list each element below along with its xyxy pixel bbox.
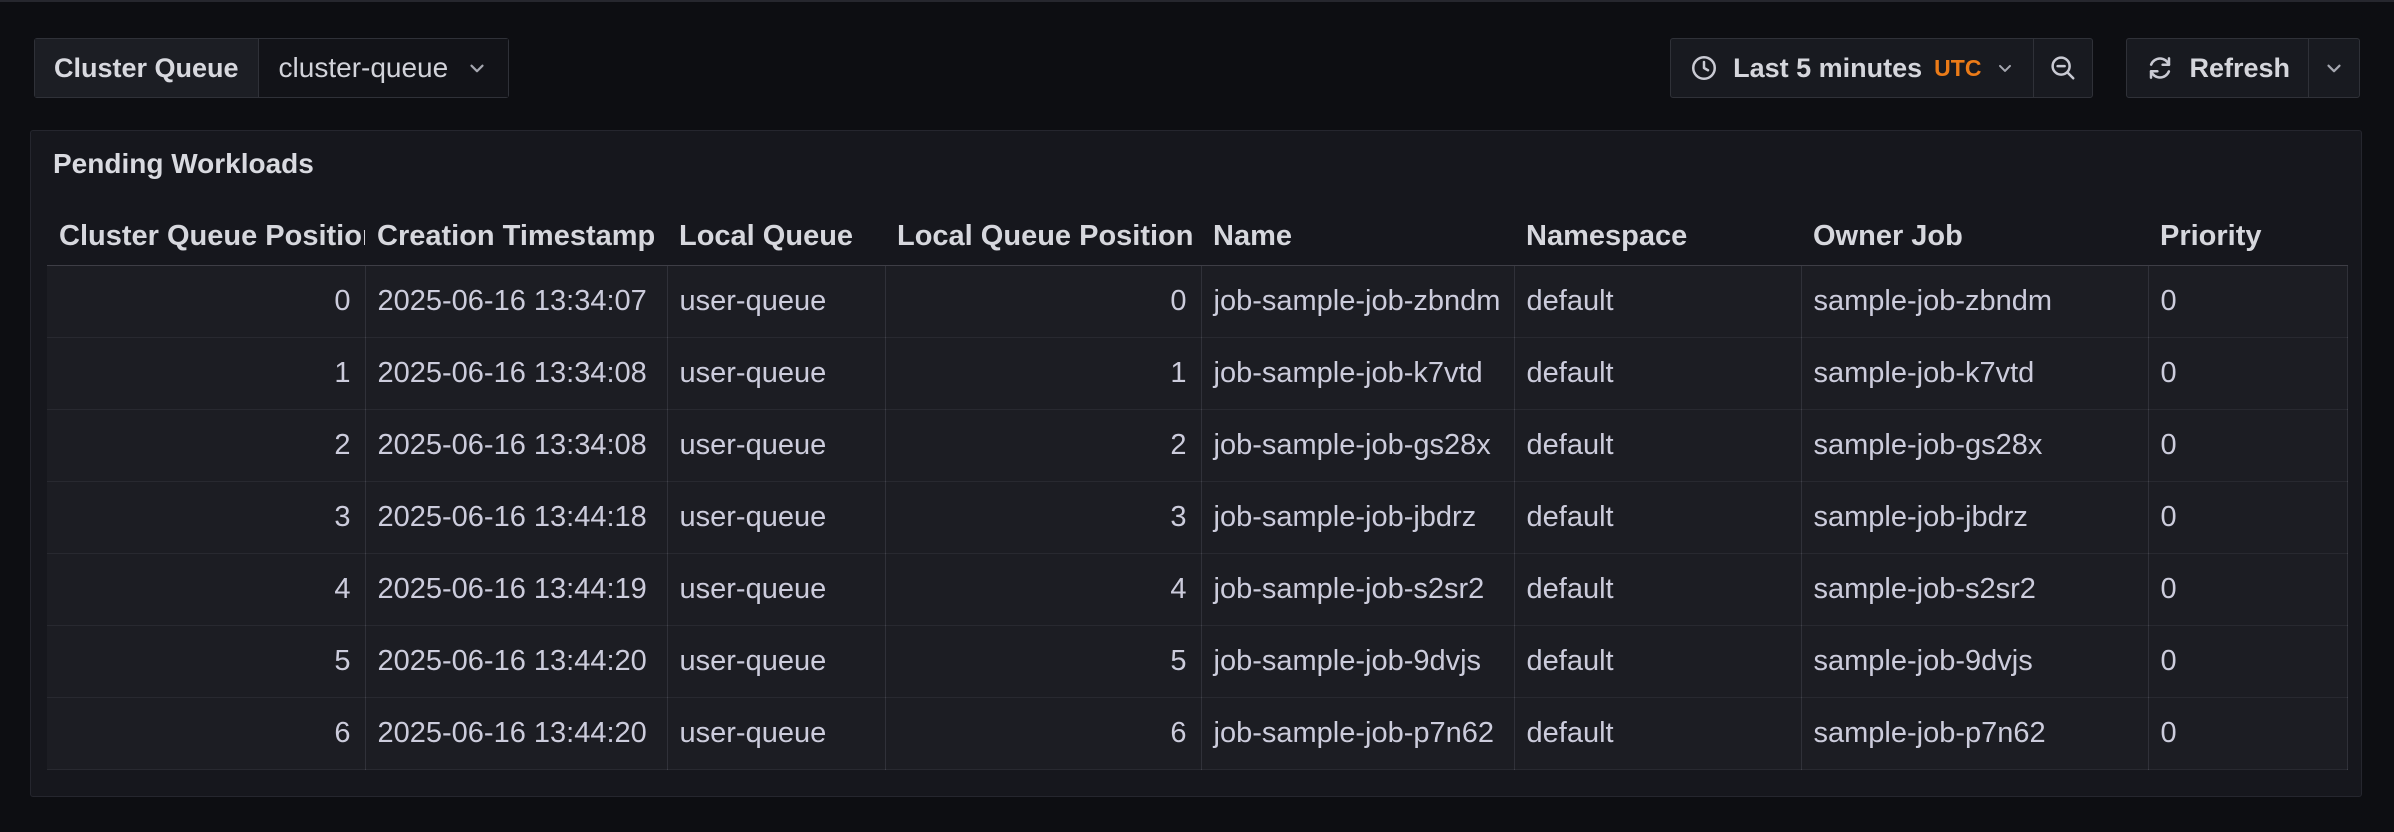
pending-workloads-table: Cluster Queue PositionCreation Timestamp… <box>47 209 2348 770</box>
cell-priority: 0 <box>2148 409 2347 481</box>
dashboard-toolbar: Cluster Queue cluster-queue Last 5 minut… <box>0 38 2394 98</box>
cell-namespace: default <box>1514 625 1801 697</box>
cell-priority: 0 <box>2148 625 2347 697</box>
timezone-label: UTC <box>1934 55 1981 82</box>
table-row: 02025-06-16 13:34:07user-queue0job-sampl… <box>47 265 2347 337</box>
cell-local-queue: user-queue <box>667 697 885 769</box>
cell-namespace: default <box>1514 337 1801 409</box>
cell-cluster-queue-position: 0 <box>47 265 365 337</box>
toolbar-controls: Last 5 minutes UTC Refresh <box>1670 38 2360 98</box>
cell-local-queue: user-queue <box>667 409 885 481</box>
cell-local-queue-position: 0 <box>885 265 1201 337</box>
magnifier-minus-icon <box>2048 53 2078 83</box>
variable-value: cluster-queue <box>279 52 449 84</box>
cell-owner-job: sample-job-9dvjs <box>1801 625 2148 697</box>
cell-cluster-queue-position: 1 <box>47 337 365 409</box>
cell-priority: 0 <box>2148 265 2347 337</box>
cell-priority: 0 <box>2148 481 2347 553</box>
table-header-row: Cluster Queue PositionCreation Timestamp… <box>47 209 2347 265</box>
table-row: 22025-06-16 13:34:08user-queue2job-sampl… <box>47 409 2347 481</box>
column-header-namespace[interactable]: Namespace <box>1514 209 1801 265</box>
cell-name: job-sample-job-jbdrz <box>1201 481 1514 553</box>
time-range-label: Last 5 minutes <box>1733 53 1922 84</box>
cell-owner-job: sample-job-p7n62 <box>1801 697 2148 769</box>
refresh-group: Refresh <box>2126 38 2360 98</box>
cell-creation-timestamp: 2025-06-16 13:34:08 <box>365 409 667 481</box>
cell-priority: 0 <box>2148 697 2347 769</box>
cell-local-queue: user-queue <box>667 553 885 625</box>
cell-cluster-queue-position: 5 <box>47 625 365 697</box>
table-row: 12025-06-16 13:34:08user-queue1job-sampl… <box>47 337 2347 409</box>
cell-namespace: default <box>1514 553 1801 625</box>
cell-cluster-queue-position: 2 <box>47 409 365 481</box>
column-header-local-queue[interactable]: Local Queue <box>667 209 885 265</box>
table-row: 52025-06-16 13:44:20user-queue5job-sampl… <box>47 625 2347 697</box>
cell-owner-job: sample-job-jbdrz <box>1801 481 2148 553</box>
chevron-down-icon <box>2323 57 2345 79</box>
cell-creation-timestamp: 2025-06-16 13:34:08 <box>365 337 667 409</box>
cell-local-queue-position: 1 <box>885 337 1201 409</box>
cell-owner-job: sample-job-s2sr2 <box>1801 553 2148 625</box>
chevron-down-icon <box>1995 58 2015 78</box>
cell-name: job-sample-job-p7n62 <box>1201 697 1514 769</box>
pending-workloads-panel: Pending Workloads Cluster Queue Position… <box>30 130 2362 797</box>
refresh-label: Refresh <box>2189 53 2290 84</box>
cell-namespace: default <box>1514 481 1801 553</box>
table-row: 42025-06-16 13:44:19user-queue4job-sampl… <box>47 553 2347 625</box>
cell-cluster-queue-position: 4 <box>47 553 365 625</box>
dashboard-page: { "toolbar": { "variable": { "label": "C… <box>0 0 2394 832</box>
cell-local-queue-position: 3 <box>885 481 1201 553</box>
cell-name: job-sample-job-s2sr2 <box>1201 553 1514 625</box>
cell-cluster-queue-position: 6 <box>47 697 365 769</box>
cell-creation-timestamp: 2025-06-16 13:34:07 <box>365 265 667 337</box>
cell-owner-job: sample-job-k7vtd <box>1801 337 2148 409</box>
cell-namespace: default <box>1514 697 1801 769</box>
refresh-interval-dropdown[interactable] <box>2309 39 2359 97</box>
cell-creation-timestamp: 2025-06-16 13:44:19 <box>365 553 667 625</box>
cell-name: job-sample-job-9dvjs <box>1201 625 1514 697</box>
chevron-down-icon <box>466 57 488 79</box>
clock-icon <box>1689 53 1719 83</box>
cell-local-queue: user-queue <box>667 481 885 553</box>
cell-name: job-sample-job-k7vtd <box>1201 337 1514 409</box>
cell-local-queue: user-queue <box>667 337 885 409</box>
cell-creation-timestamp: 2025-06-16 13:44:20 <box>365 697 667 769</box>
cell-creation-timestamp: 2025-06-16 13:44:18 <box>365 481 667 553</box>
cell-name: job-sample-job-gs28x <box>1201 409 1514 481</box>
variable-value-dropdown[interactable]: cluster-queue <box>259 39 509 97</box>
cell-namespace: default <box>1514 409 1801 481</box>
cell-local-queue: user-queue <box>667 265 885 337</box>
variable-picker: Cluster Queue cluster-queue <box>34 38 509 98</box>
time-range-button[interactable]: Last 5 minutes UTC <box>1671 39 2033 97</box>
cell-local-queue: user-queue <box>667 625 885 697</box>
cell-creation-timestamp: 2025-06-16 13:44:20 <box>365 625 667 697</box>
column-header-name[interactable]: Name <box>1201 209 1514 265</box>
time-picker-group: Last 5 minutes UTC <box>1670 38 2093 98</box>
cell-namespace: default <box>1514 265 1801 337</box>
refresh-button[interactable]: Refresh <box>2127 39 2308 97</box>
variable-label: Cluster Queue <box>35 39 259 97</box>
zoom-out-time-button[interactable] <box>2034 39 2092 97</box>
table-row: 62025-06-16 13:44:20user-queue6job-sampl… <box>47 697 2347 769</box>
cell-local-queue-position: 2 <box>885 409 1201 481</box>
cell-cluster-queue-position: 3 <box>47 481 365 553</box>
table-body: 02025-06-16 13:34:07user-queue0job-sampl… <box>47 265 2347 769</box>
cell-owner-job: sample-job-zbndm <box>1801 265 2148 337</box>
column-header-priority[interactable]: Priority <box>2148 209 2347 265</box>
cell-priority: 0 <box>2148 337 2347 409</box>
cell-local-queue-position: 4 <box>885 553 1201 625</box>
refresh-icon <box>2145 53 2175 83</box>
cell-local-queue-position: 5 <box>885 625 1201 697</box>
cell-name: job-sample-job-zbndm <box>1201 265 1514 337</box>
cell-priority: 0 <box>2148 553 2347 625</box>
cell-local-queue-position: 6 <box>885 697 1201 769</box>
cell-owner-job: sample-job-gs28x <box>1801 409 2148 481</box>
panel-title[interactable]: Pending Workloads <box>47 139 2345 189</box>
table-row: 32025-06-16 13:44:18user-queue3job-sampl… <box>47 481 2347 553</box>
column-header-owner-job[interactable]: Owner Job <box>1801 209 2148 265</box>
column-header-local-queue-position[interactable]: Local Queue Position <box>885 209 1201 265</box>
column-header-creation-timestamp[interactable]: Creation Timestamp <box>365 209 667 265</box>
column-header-cluster-queue-position[interactable]: Cluster Queue Position <box>47 209 365 265</box>
